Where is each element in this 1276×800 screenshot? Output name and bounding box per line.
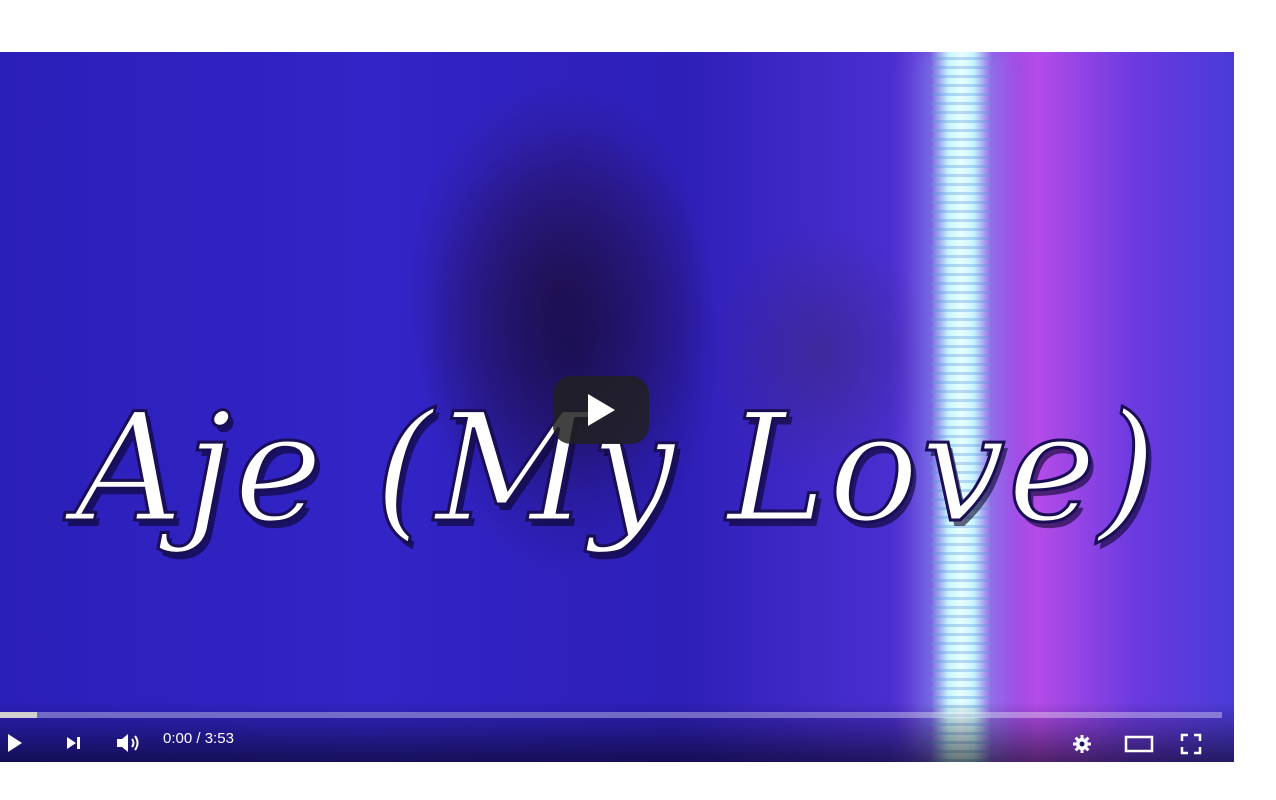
time-separator: / xyxy=(192,730,205,747)
current-time: 0:00 xyxy=(163,730,193,747)
player-controls: 0:00 / 3:53 xyxy=(0,722,1234,762)
play-button[interactable] xyxy=(4,732,26,754)
settings-button[interactable] xyxy=(1070,732,1094,756)
play-icon xyxy=(8,734,22,752)
time-display: 0:00 / 3:53 xyxy=(163,730,234,747)
progress-bar[interactable] xyxy=(0,712,1222,718)
next-button[interactable] xyxy=(62,732,84,754)
duration: 3:53 xyxy=(204,730,234,747)
theater-mode-button[interactable] xyxy=(1122,732,1156,756)
play-icon xyxy=(588,394,615,426)
fullscreen-button[interactable] xyxy=(1178,732,1204,756)
volume-button[interactable] xyxy=(114,730,144,756)
progress-bar-fill xyxy=(0,712,37,718)
fullscreen-icon xyxy=(1180,733,1202,755)
big-play-button[interactable] xyxy=(553,376,649,444)
gear-icon xyxy=(1073,735,1091,753)
next-icon xyxy=(67,737,80,749)
volume-icon xyxy=(117,734,139,752)
theater-mode-icon xyxy=(1124,735,1154,753)
video-player[interactable]: Aje (My Love) 0:00 / 3:53 xyxy=(0,52,1234,762)
